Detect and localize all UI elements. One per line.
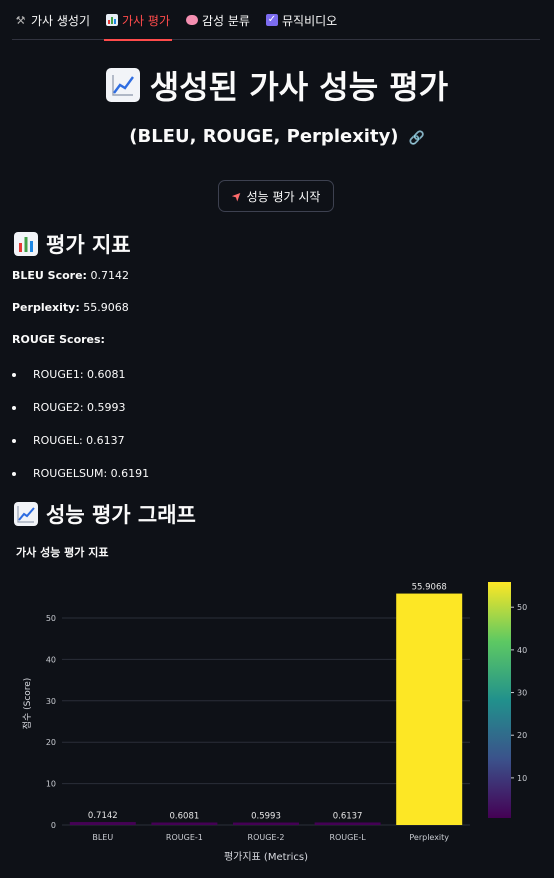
brain-icon — [186, 15, 198, 25]
hammer-icon: ⚒ — [15, 13, 26, 27]
y-tick-label: 40 — [46, 655, 56, 664]
chart-increasing-icon — [105, 68, 140, 102]
bar-rouge-l — [314, 822, 381, 825]
start-evaluation-label: 성능 평가 시작 — [246, 189, 321, 204]
y-tick-label: 10 — [46, 780, 56, 789]
tab-label: 가사 생성기 — [31, 13, 91, 28]
y-tick-label: 50 — [46, 614, 56, 623]
colorbar-tick-label: 10 — [517, 774, 527, 783]
list-item: ROUGE2: 0.5993 — [12, 401, 126, 414]
colorbar-tick-label: 30 — [517, 689, 527, 698]
list-item: ROUGELSUM: 0.6191 — [12, 467, 149, 480]
tab-bar: ⚒ 가사 생성기 가사 평가 감성 분류 ✓ 뮤직비디오 — [12, 0, 540, 41]
rougelsum-value: ROUGELSUM: 0.6191 — [33, 467, 150, 480]
tab-music-video[interactable]: ✓ 뮤직비디오 — [264, 0, 339, 40]
perplexity-score: Perplexity: 55.9068 — [12, 301, 129, 314]
tab-label: 가사 평가 — [122, 13, 170, 28]
x-axis-label: 평가지표 (Metrics) — [224, 851, 308, 863]
x-tick-label: ROUGE-1 — [166, 833, 203, 842]
page-title-text: 생성된 가사 성능 평가 — [149, 68, 449, 106]
y-tick-label: 20 — [46, 738, 56, 747]
tab-sentiment-classification[interactable]: 감성 분류 — [184, 0, 252, 40]
graph-header-text: 성능 평가 그래프 — [46, 503, 196, 527]
list-item: ROUGEL: 0.6137 — [12, 434, 125, 447]
metrics-header: 평가 지표 — [14, 229, 131, 259]
data-label: 55.9068 — [412, 583, 447, 593]
perplexity-value: 55.9068 — [83, 301, 129, 314]
colorbar — [488, 582, 511, 818]
rougel-value: ROUGEL: 0.6137 — [33, 434, 125, 447]
bar-rouge-1 — [151, 822, 218, 825]
rocket-icon: ➤ — [228, 187, 246, 205]
tab-lyrics-generator[interactable]: ⚒ 가사 생성기 — [12, 0, 92, 40]
y-tick-label: 0 — [51, 821, 56, 830]
chart-increasing-icon — [14, 502, 38, 526]
bleu-label: BLEU Score: — [12, 269, 87, 282]
tab-label: 감성 분류 — [202, 13, 250, 28]
data-label: 0.5993 — [251, 812, 281, 822]
x-tick-label: ROUGE-2 — [248, 833, 285, 842]
y-axis-label: 점수 (Score) — [21, 678, 33, 730]
metrics-header-text: 평가 지표 — [46, 233, 131, 257]
tab-lyrics-evaluation[interactable]: 가사 평가 — [104, 0, 172, 41]
page-subtitle-text: (BLEU, ROUGE, Perplexity) — [129, 126, 399, 147]
bar-perplexity — [396, 593, 463, 825]
data-label: 0.7142 — [88, 811, 118, 821]
bleu-value: 0.7142 — [90, 269, 129, 282]
y-tick-label: 30 — [46, 697, 56, 706]
start-evaluation-button[interactable]: ➤ 성능 평가 시작 — [218, 180, 334, 212]
bleu-score: BLEU Score: 0.7142 — [12, 269, 129, 282]
checkbox-icon: ✓ — [265, 14, 278, 26]
colorbar-tick-label: 20 — [517, 731, 527, 740]
colorbar-tick-label: 40 — [517, 646, 527, 655]
bar-bleu — [69, 822, 136, 825]
link-icon[interactable]: 🔗 — [409, 131, 425, 146]
rouge-header-text: ROUGE Scores: — [12, 333, 105, 346]
tab-label: 뮤직비디오 — [281, 13, 338, 28]
x-tick-label: Perplexity — [409, 833, 449, 842]
colorbar-tick-label: 50 — [517, 603, 527, 612]
x-tick-label: BLEU — [92, 833, 113, 842]
bar-chart-icon — [106, 14, 119, 26]
data-label: 0.6081 — [170, 811, 200, 821]
bar-chart: 0 10 20 30 40 50 0.7142 BLEU 0.6081 ROUGE-1 0.5993… — [21, 582, 527, 863]
page-title: 생성된 가사 성능 평가 — [0, 62, 554, 108]
bar-chart-icon — [14, 232, 38, 256]
rouge1-value: ROUGE1: 0.6081 — [33, 368, 126, 381]
graph-header: 성능 평가 그래프 — [14, 499, 196, 529]
list-item: ROUGE1: 0.6081 — [12, 368, 126, 381]
rouge2-value: ROUGE2: 0.5993 — [33, 401, 126, 414]
page-subtitle: (BLEU, ROUGE, Perplexity) 🔗 — [0, 126, 554, 147]
perplexity-label: Perplexity: — [12, 301, 80, 314]
data-label: 0.6137 — [333, 811, 363, 821]
bar-rouge-2 — [233, 822, 299, 825]
rouge-scores-header: ROUGE Scores: — [12, 333, 105, 346]
x-tick-label: ROUGE-L — [329, 833, 366, 842]
chart-title: 가사 성능 평가 지표 — [16, 546, 109, 559]
